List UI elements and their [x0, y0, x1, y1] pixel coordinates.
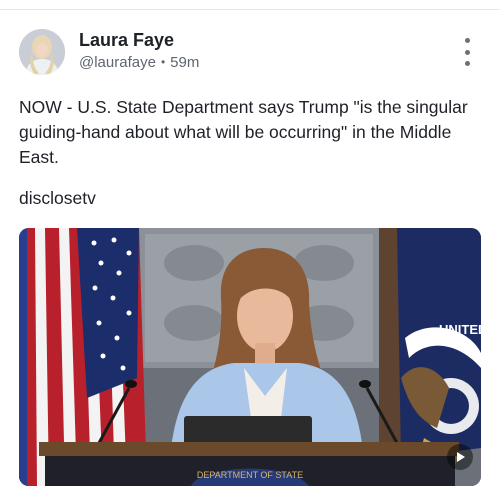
- podium-image: DEPARTMENT OF STATE: [39, 442, 459, 486]
- podium-seal-text: DEPARTMENT OF STATE: [197, 470, 303, 480]
- top-divider: [0, 9, 500, 10]
- post-source: disclosetv: [19, 188, 96, 208]
- meta-separator: •: [160, 55, 166, 69]
- avatar[interactable]: [19, 29, 65, 75]
- post-timestamp[interactable]: 59m: [170, 54, 199, 71]
- author-name[interactable]: Laura Faye: [79, 30, 174, 51]
- video-thumbnail[interactable]: DEPARTMENT OF STATE UNITED STATES: [19, 228, 481, 486]
- video-frame: DEPARTMENT OF STATE UNITED STATES: [19, 228, 481, 486]
- flag-tag-text: UNITED STATES: [439, 322, 481, 337]
- post-text: NOW - U.S. State Department says Trump "…: [19, 97, 468, 167]
- author-meta: @laurafaye • 59m: [79, 54, 199, 71]
- state-department-flag-image: [397, 228, 481, 472]
- author-handle[interactable]: @laurafaye: [79, 54, 156, 71]
- more-vertical-icon-dot-3: [464, 61, 470, 66]
- play-icon[interactable]: [447, 444, 473, 470]
- more-options-button[interactable]: [456, 38, 478, 66]
- more-vertical-icon-dot-2: [464, 49, 470, 55]
- more-vertical-icon: [464, 38, 470, 43]
